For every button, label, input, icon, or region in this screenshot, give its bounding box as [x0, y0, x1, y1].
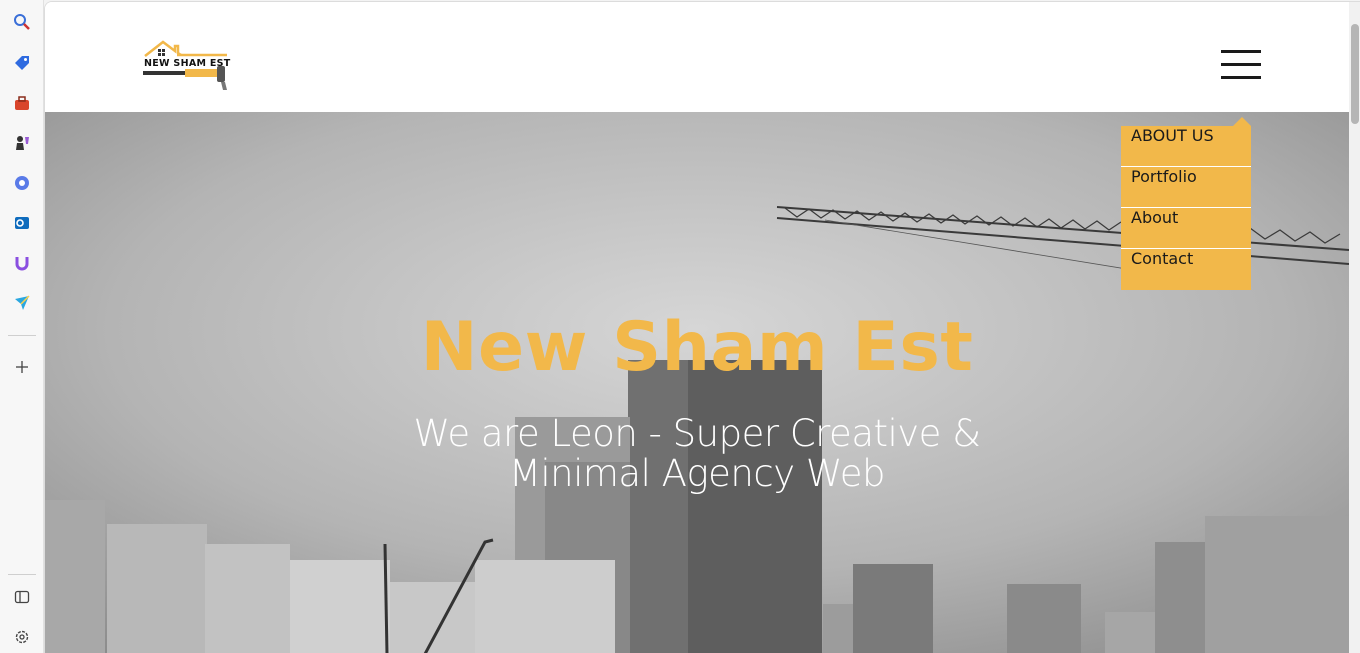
site-header: NEW SHAM EST	[45, 2, 1349, 112]
toolbox-icon[interactable]	[12, 93, 32, 113]
menu-item-portfolio[interactable]: Portfolio	[1121, 167, 1251, 208]
page-viewport: NEW SHAM EST New Sham Est We are Leon - …	[44, 1, 1360, 653]
hero-subtitle-line: We are Leon - Super Creative &	[413, 412, 981, 455]
settings-icon[interactable]	[12, 627, 32, 647]
magnet-icon[interactable]	[12, 253, 32, 273]
sidebar-separator	[8, 574, 36, 575]
copilot-icon[interactable]	[12, 173, 32, 193]
hero-title: New Sham Est	[420, 308, 974, 387]
tag-icon[interactable]	[12, 53, 32, 73]
search-icon[interactable]	[12, 12, 32, 32]
hamburger-menu-button[interactable]	[1221, 50, 1263, 81]
sidebar-separator	[8, 335, 36, 336]
chess-icon[interactable]	[12, 133, 32, 153]
menu-item-contact[interactable]: Contact	[1121, 249, 1251, 290]
page-scrollbar[interactable]	[1349, 2, 1360, 653]
dropdown-menu: ABOUT US Portfolio About Contact	[1121, 117, 1251, 290]
send-icon[interactable]	[12, 293, 32, 313]
add-icon[interactable]	[12, 357, 32, 377]
outlook-icon[interactable]	[12, 213, 32, 233]
menu-item-about-us[interactable]: ABOUT US	[1121, 126, 1251, 167]
hero-subtitle-line: Minimal Agency Web	[508, 452, 886, 495]
menu-pointer	[1233, 117, 1251, 126]
sidebar-toggle-icon[interactable]	[12, 587, 32, 607]
menu-item-about[interactable]: About	[1121, 208, 1251, 249]
logo-text: NEW SHAM EST	[144, 58, 231, 69]
hero-subtitle: We are Leon - Super Creative & Minimal A…	[397, 414, 997, 494]
site-logo[interactable]: NEW SHAM EST	[141, 38, 233, 92]
scrollbar-thumb[interactable]	[1351, 24, 1359, 124]
browser-sidebar	[0, 0, 44, 653]
